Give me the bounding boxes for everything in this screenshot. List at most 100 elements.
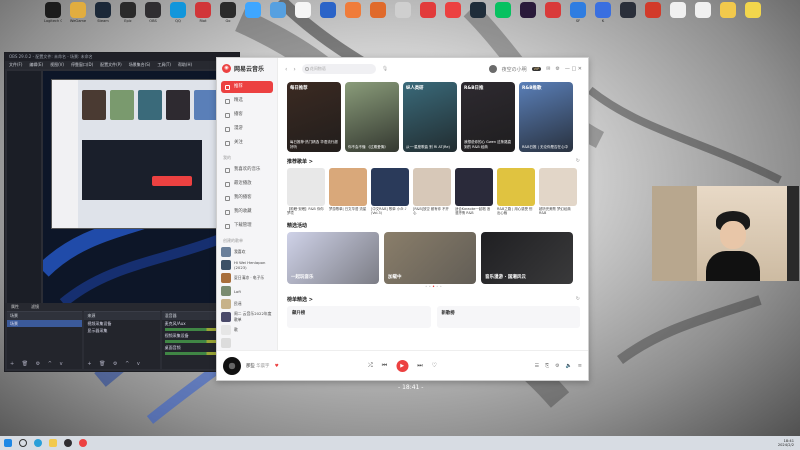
edge-icon[interactable] <box>34 439 42 447</box>
sound-effect-icon[interactable]: ⚙ <box>555 363 559 369</box>
share-icon[interactable]: ⎘ <box>545 363 549 369</box>
desktop-icon[interactable]: Steam <box>94 2 112 23</box>
desktop-icon[interactable] <box>669 2 687 23</box>
window-controls[interactable]: — □ ✕ <box>565 66 582 72</box>
mail-icon[interactable]: ✉ <box>546 66 550 72</box>
desktop-icon[interactable]: Go <box>219 2 237 23</box>
desktop-icon[interactable] <box>419 2 437 23</box>
playlist-card[interactable]: 梦游歌单| 日文华语 流星 <box>329 168 367 216</box>
desktop-icon[interactable] <box>619 2 637 23</box>
playlist-item[interactable]: Hi Wei Henlapon (2023) <box>221 259 273 271</box>
obs-menu-item[interactable]: 场景集合(S) <box>129 61 151 69</box>
like-icon[interactable]: ♡ <box>432 362 437 369</box>
desktop-icon[interactable] <box>519 2 537 23</box>
system-tray-clock[interactable]: 18:41 2024/2/2 <box>778 439 796 447</box>
obs-menu-item[interactable]: 停靠窗口(D) <box>71 61 93 69</box>
playlist-card[interactable]: 【助眠·安眠】R&B 你你 梦境 <box>287 168 325 216</box>
banner-card[interactable]: 每日推荐 每日推荐·热门精选 华语流行超好听 <box>287 82 341 152</box>
featured-card[interactable]: 一起玩音乐 <box>287 232 379 284</box>
desktop-icon[interactable] <box>469 2 487 23</box>
source-item[interactable]: 显示器采集 <box>84 327 159 334</box>
search-icon[interactable] <box>19 439 27 447</box>
desktop-icon[interactable]: Riot <box>194 2 212 23</box>
banner-card[interactable]: 纵人类研 从一·星座歌曲 别 RI AT(Re) <box>403 82 457 152</box>
back-icon[interactable]: ‹ <box>285 66 287 73</box>
desktop-icon[interactable] <box>694 2 712 23</box>
desktop-icon[interactable] <box>244 2 262 23</box>
desktop-icon[interactable] <box>344 2 362 23</box>
desktop-icon[interactable] <box>294 2 312 23</box>
banner-card[interactable]: 你不会不懂 《过期爱情》 <box>345 82 399 152</box>
desktop-icon[interactable] <box>269 2 287 23</box>
playlist-item[interactable]: 民谣 <box>221 298 273 310</box>
lyrics-icon[interactable]: ☰ <box>535 363 539 369</box>
netease-music-icon[interactable] <box>79 439 87 447</box>
playlist-item[interactable]: 我喜欢 <box>221 246 273 258</box>
banner-card[interactable]: R&B日推 我想说你的心 Gwen 这条路直到的 R&B 经典 <box>461 82 515 152</box>
scenes-toolbar[interactable]: + 🗑 ⚙ ^ v <box>10 361 66 367</box>
album-disc[interactable] <box>223 356 241 375</box>
desktop-icon[interactable]: Logitech G HUB <box>44 2 62 23</box>
desktop-icon[interactable] <box>544 2 562 23</box>
playlist-item[interactable]: Lofi <box>221 285 273 297</box>
my-nav-item[interactable]: 下载管理 <box>221 220 273 232</box>
section-heading[interactable]: 榜单精选 > <box>287 296 313 303</box>
shuffle-icon[interactable]: ⤮ <box>368 362 373 370</box>
chart-card-new[interactable]: 新歌榜 <box>436 306 580 328</box>
nav-recommend[interactable]: 推荐 <box>221 81 273 93</box>
filters-button[interactable]: 滤镜 <box>31 303 39 311</box>
featured-card[interactable]: 加载中 <box>384 232 476 284</box>
settings-icon[interactable]: ⚙ <box>555 66 559 72</box>
playlist-card[interactable]: 超听完美歌 梦幻经典 R&B <box>539 168 577 216</box>
desktop-icon[interactable] <box>444 2 462 23</box>
my-nav-item[interactable]: 我喜欢的音乐 <box>221 164 273 176</box>
obs-menu-item[interactable]: 帮助(H) <box>178 61 192 69</box>
obs-preview-canvas[interactable] <box>43 71 239 303</box>
desktop-icon[interactable] <box>744 2 762 23</box>
playlist-card[interactable]: [R&B]放空 都有你 不开心 <box>413 168 451 216</box>
play-button[interactable]: ▶ <box>396 359 409 372</box>
forward-icon[interactable]: › <box>293 66 295 73</box>
playlist-item[interactable] <box>221 337 273 349</box>
desktop-icon[interactable]: SF <box>569 2 587 23</box>
banner-card[interactable]: R&B推歌 R&B日推 | 无论你是否在心中 <box>519 82 573 152</box>
desktop-icon[interactable]: WeGame <box>69 2 87 23</box>
desktop-icon[interactable]: OBS <box>144 2 162 23</box>
properties-button[interactable]: 属性 <box>11 303 19 311</box>
nav-roam[interactable]: 漫游 <box>221 123 273 135</box>
vip-badge[interactable]: VIP <box>531 67 542 71</box>
obs-menu-item[interactable]: 文件(F) <box>9 61 22 69</box>
desktop-icon[interactable] <box>719 2 737 23</box>
obs-menu-item[interactable]: 配置文件(P) <box>100 61 122 69</box>
artist-name[interactable]: 华晨宇 <box>256 364 269 369</box>
my-nav-item[interactable]: 我的播客 <box>221 192 273 204</box>
nav-follow[interactable]: 关注 <box>221 137 273 149</box>
playlist-card[interactable]: 适合Karaoke一起唱 浪漫抒情 R&B <box>455 168 493 216</box>
my-nav-item[interactable]: 最近播放 <box>221 178 273 190</box>
desktop-icon[interactable]: Epic <box>119 2 137 23</box>
playlist-item[interactable]: 歌 <box>221 324 273 336</box>
desktop-icon[interactable] <box>494 2 512 23</box>
source-item[interactable]: 视频采集设备 <box>84 320 159 327</box>
desktop-icon[interactable] <box>369 2 387 23</box>
playlist-card[interactable]: R&B之路 | 用心感受 别出心裁 <box>497 168 535 216</box>
nav-podcast[interactable]: 播客 <box>221 109 273 121</box>
desktop-icon[interactable]: K <box>594 2 612 23</box>
my-nav-item[interactable]: 我的收藏 <box>221 206 273 218</box>
obs-menu-item[interactable]: 工具(T) <box>157 61 171 69</box>
featured-card[interactable]: 音乐漫游 · 国潮风云 <box>481 232 573 284</box>
next-icon[interactable]: ⏭ <box>417 362 422 370</box>
search-input[interactable]: 花间物语 <box>301 64 376 74</box>
microphone-icon[interactable]: 🎙 <box>382 66 388 72</box>
desktop-icon[interactable] <box>319 2 337 23</box>
desktop-icon[interactable] <box>644 2 662 23</box>
refresh-icon[interactable]: ↻ <box>576 158 580 165</box>
refresh-icon[interactable]: ↻ <box>576 296 580 303</box>
song-title[interactable]: 那些 <box>246 364 255 369</box>
username[interactable]: 夜空の小明 <box>502 66 527 73</box>
windows-start-icon[interactable] <box>4 439 12 447</box>
playlist-icon[interactable]: ≡ <box>578 363 582 369</box>
obs-menu-item[interactable]: 编辑(E) <box>29 61 43 69</box>
playlist-card[interactable]: [中文R&B] 歌单 小众 ♪ (Vol.3) <box>371 168 409 216</box>
volume-icon[interactable]: 🔈 <box>566 363 572 369</box>
